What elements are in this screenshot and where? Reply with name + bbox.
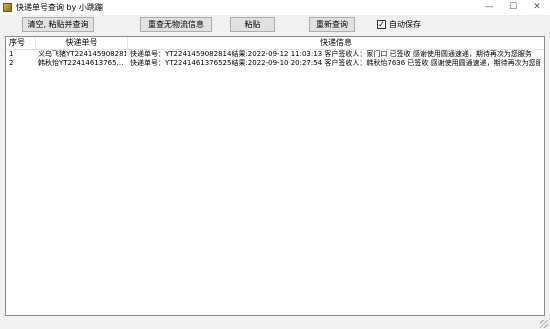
column-header-tracking-info[interactable]: 快递信息 — [128, 37, 544, 49]
column-header-tracking-number[interactable]: 快递单号 — [36, 37, 128, 49]
list-header: 序号 快递单号 快递信息 — [6, 37, 544, 50]
maximize-button[interactable]: ☐ — [500, 0, 526, 15]
status-bar — [0, 318, 550, 329]
clear-paste-query-button[interactable]: 清空, 粘贴并查询 — [22, 17, 94, 32]
row-tracking-number: 义乌飞猪YT2241459082814 — [38, 50, 126, 58]
requery-button[interactable]: 重新查询 — [309, 17, 355, 32]
app-icon — [3, 3, 12, 12]
toolbar: 清空, 粘贴并查询 重查无物流信息 粘贴 重新查询 ✓ 自动保存 — [0, 15, 550, 34]
column-header-index[interactable]: 序号 — [6, 37, 36, 49]
table-row[interactable]: 2 韩秋怡YT22414613765… 快递单号：YT2241461376525… — [6, 59, 544, 68]
checkbox-checked-icon[interactable]: ✓ — [377, 20, 386, 29]
paste-button[interactable]: 粘贴 — [230, 17, 275, 32]
resize-grip-icon[interactable] — [540, 320, 548, 328]
table-row[interactable]: 1 义乌飞猪YT2241459082814 快递单号：YT22414590828… — [6, 50, 544, 59]
auto-save-label: 自动保存 — [389, 20, 421, 29]
minimize-button[interactable]: — — [476, 0, 502, 15]
requery-no-info-button[interactable]: 重查无物流信息 — [140, 17, 212, 32]
row-index: 1 — [9, 50, 14, 58]
row-index: 2 — [9, 59, 14, 67]
row-tracking-info: 快递单号：YT2241459082814结果:2022-09-12 11:03:… — [130, 50, 532, 58]
auto-save-checkbox[interactable]: ✓ 自动保存 — [377, 19, 421, 30]
window-title: 快递单号查询 by 小跳蹦 — [16, 3, 103, 12]
row-tracking-number: 韩秋怡YT22414613765… — [38, 59, 124, 67]
result-list[interactable]: 序号 快递单号 快递信息 1 义乌飞猪YT2241459082814 快递单号：… — [5, 36, 545, 316]
row-tracking-info: 快递单号：YT2241461376525结果:2022-09-10 20:27:… — [130, 59, 540, 67]
close-button[interactable]: ✕ — [524, 0, 550, 15]
title-bar: 快递单号查询 by 小跳蹦 — ☐ ✕ — [0, 0, 550, 15]
